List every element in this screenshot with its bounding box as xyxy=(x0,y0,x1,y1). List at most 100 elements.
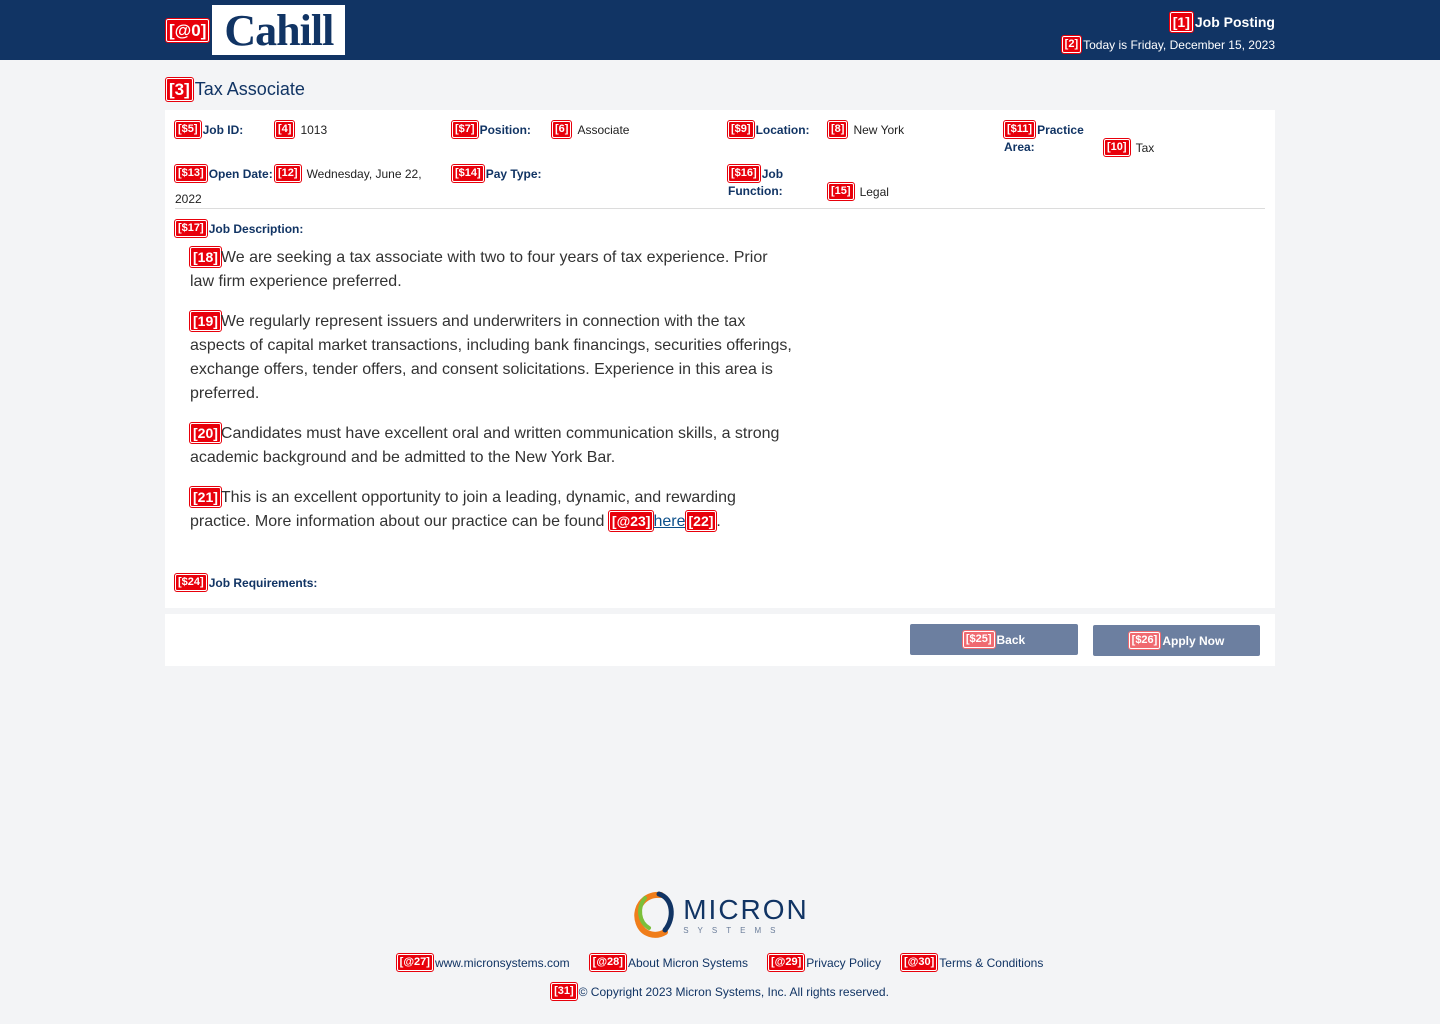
micron-swirl-icon xyxy=(634,891,674,938)
marker-tag: [31] xyxy=(550,982,578,1001)
micron-wordmark: MICRON SYSTEMS xyxy=(683,893,809,935)
pay-type-label: [$14] Pay Type: xyxy=(451,164,542,183)
job-title: Tax Associate xyxy=(194,79,305,99)
field-label: Pay Type: xyxy=(485,166,542,181)
marker-tag: [3] xyxy=(165,77,194,102)
link-label: About Micron Systems xyxy=(627,955,748,970)
open-date-label: [$13] Open Date: xyxy=(174,164,273,183)
marker-tag: [4] xyxy=(273,120,296,139)
apply-now-button[interactable]: [$26] Apply Now xyxy=(1093,625,1260,656)
button-label: Back xyxy=(996,632,1026,647)
field-value: New York xyxy=(853,122,905,137)
description-paragraph: [19] We regularly represent issuers and u… xyxy=(189,310,795,406)
marker-tag: [6] xyxy=(550,120,573,139)
page-title: [3] Tax Associate xyxy=(165,77,305,102)
marker-tag: [$16] xyxy=(727,164,761,183)
button-label: Apply Now xyxy=(1162,633,1225,648)
field-value: Associate xyxy=(577,122,630,137)
description-label: [$17] Job Description: xyxy=(174,219,304,238)
marker-tag: [8] xyxy=(826,120,849,139)
micron-website-link[interactable]: [@27] www.micronsystems.com xyxy=(395,953,570,972)
location-label: [$9] Location: xyxy=(727,120,810,139)
description-paragraph: [20] Candidates must have excellent oral … xyxy=(189,422,795,470)
marker-tag: [@29] xyxy=(766,953,806,972)
practice-value: [10] Tax xyxy=(1103,138,1155,157)
marker-tag: [10] xyxy=(1103,138,1131,157)
site-footer: MICRON SYSTEMS [@27] www.micronsystems.co… xyxy=(0,890,1440,1001)
open-date-value: [12] Wednesday, June 22, xyxy=(274,164,422,183)
paragraph-text: Candidates must have excellent oral and … xyxy=(190,425,780,466)
header-date-row: [2] Today is Friday, December 15, 2023 xyxy=(1060,35,1275,54)
marker-tag: [@0] xyxy=(164,17,211,43)
marker-tag: [$17] xyxy=(174,219,208,238)
marker-tag: [$9] xyxy=(727,120,755,139)
about-link[interactable]: [@28] About Micron Systems xyxy=(588,953,748,972)
marker-tag: [$7] xyxy=(451,120,479,139)
marker-tag: [20] xyxy=(189,422,222,444)
header-title: Job Posting xyxy=(1194,14,1275,30)
footer-links: [@27] www.micronsystems.com [@28] About Mi… xyxy=(0,953,1440,972)
marker-tag: [15] xyxy=(827,182,855,201)
marker-tag: [$13] xyxy=(174,164,208,183)
job-description: [18] We are seeking a tax associate with … xyxy=(189,246,795,550)
privacy-policy-link[interactable]: [@29] Privacy Policy xyxy=(766,953,881,972)
description-paragraph: [18] We are seeking a tax associate with … xyxy=(189,246,795,294)
marker-tag: [@28] xyxy=(588,953,627,972)
cahill-logo[interactable]: Cahill xyxy=(212,5,346,55)
logo-text: Cahill xyxy=(224,5,334,55)
copyright: [31] © Copyright 2023 Micron Systems, In… xyxy=(0,982,1440,1001)
header-title-row: [1] Job Posting xyxy=(1062,11,1275,33)
paragraph-text: . xyxy=(716,513,721,530)
terms-link[interactable]: [@30] Terms & Conditions xyxy=(899,953,1044,972)
function-label: [$16] Job xyxy=(727,164,784,183)
field-label: Job Description: xyxy=(208,221,304,236)
description-paragraph: [21] This is an excellent opportunity to … xyxy=(189,486,795,534)
site-header: [@0] Cahill [1] Job Posting [2] Today is… xyxy=(0,0,1440,60)
link-label: Terms & Conditions xyxy=(939,955,1044,970)
paragraph-text: We are seeking a tax associate with two … xyxy=(190,249,768,290)
practice-label: [$11] Practice xyxy=(1002,120,1084,139)
field-label: Location: xyxy=(755,122,810,137)
marker-tag: [22] xyxy=(684,510,718,532)
marker-tag: [18] xyxy=(189,246,222,268)
action-bar: [$25] Back [$26] Apply Now xyxy=(165,614,1275,666)
link-label: Privacy Policy xyxy=(806,955,881,970)
back-button[interactable]: [$25] Back xyxy=(910,624,1078,655)
field-value: Wednesday, June 22, xyxy=(306,166,422,181)
marker-tag: [$11] xyxy=(1002,120,1037,139)
logo-link[interactable]: [@0] Cahill xyxy=(164,5,346,55)
marker-tag: [$24] xyxy=(174,573,208,592)
header-date: Today is Friday, December 15, 2023 xyxy=(1083,37,1275,52)
brand-name: MICRON xyxy=(683,893,809,925)
marker-tag: [$14] xyxy=(451,164,485,183)
brand-subtitle: SYSTEMS xyxy=(683,925,785,935)
field-value: Legal xyxy=(859,184,889,199)
marker-tag: [$5] xyxy=(174,120,202,139)
field-value: Tax xyxy=(1135,140,1155,155)
field-label: Practice xyxy=(1037,122,1084,137)
marker-tag: [21] xyxy=(189,486,222,508)
marker-tag: [19] xyxy=(189,310,222,332)
marker-tag: [$26] xyxy=(1127,631,1162,650)
job-id-value: [4] 1013 xyxy=(273,120,328,139)
marker-tag: [@23] xyxy=(607,510,655,532)
paragraph-text: We regularly represent issuers and under… xyxy=(190,313,792,402)
position-label: [$7] Position: xyxy=(451,120,531,139)
header-info: [1] Job Posting [2] Today is Friday, Dec… xyxy=(1060,11,1275,54)
requirements-label: [$24] Job Requirements: xyxy=(174,573,317,592)
marker-tag: [1] xyxy=(1168,11,1194,33)
open-date-year: 2022 xyxy=(175,192,202,206)
marker-tag: [@30] xyxy=(899,953,939,972)
function-value: [15] Legal xyxy=(827,182,889,201)
practice-info-link[interactable]: here xyxy=(653,513,685,530)
marker-tag: [2] xyxy=(1060,35,1083,54)
function-label-line2: Function: xyxy=(728,184,783,198)
micron-logo: MICRON SYSTEMS xyxy=(631,890,809,940)
field-label: Open Date: xyxy=(208,166,273,181)
link-label: www.micronsystems.com xyxy=(434,955,570,970)
divider xyxy=(175,208,1265,209)
field-value: 1013 xyxy=(300,122,328,137)
field-label: Job xyxy=(761,166,784,181)
practice-label-line2: Area: xyxy=(1004,140,1035,154)
marker-tag: [@27] xyxy=(395,953,434,972)
